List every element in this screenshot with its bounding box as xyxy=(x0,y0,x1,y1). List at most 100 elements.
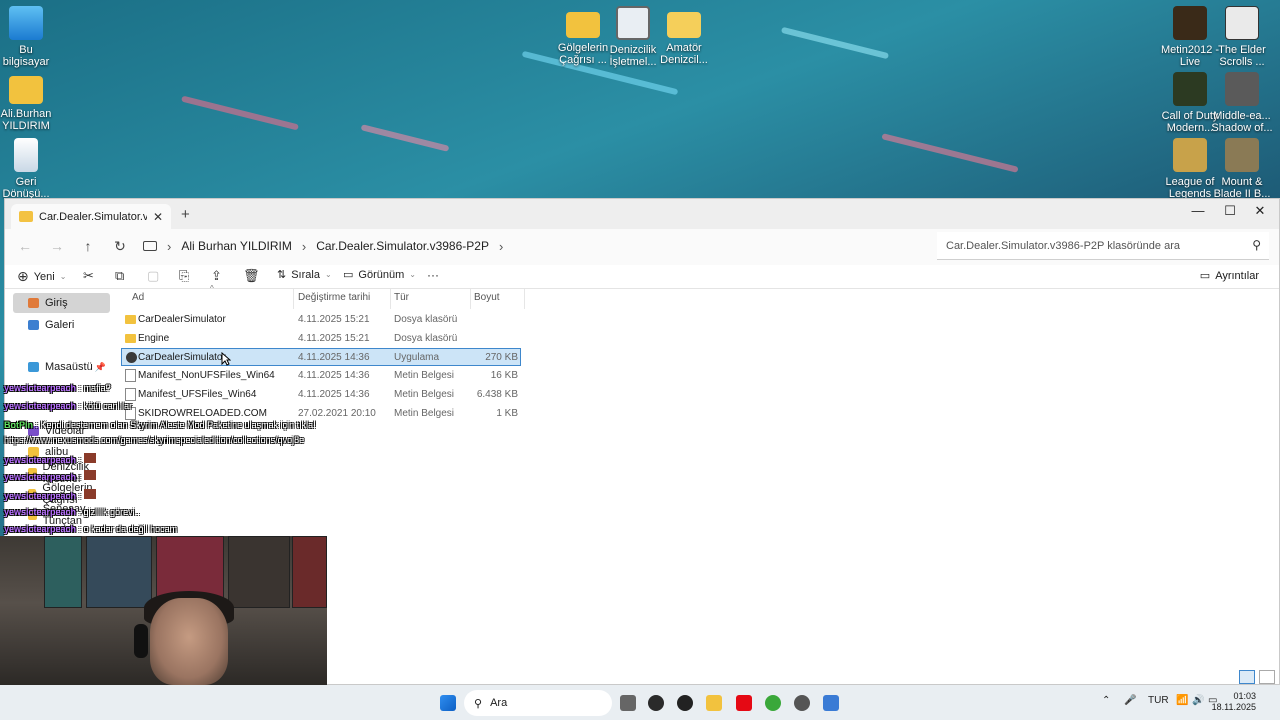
desktop-icon-label: Geri Dönüşü... xyxy=(2,176,50,200)
command-bar: ⊕ Yeni ⌄ ✂ ⧉ ▢ ⎘ ⇪ 🗑 ⇅ Sırala ⌄ ▭ Görünü… xyxy=(5,265,1279,287)
column-divider[interactable] xyxy=(293,289,294,309)
desktop-icon-middle-earth[interactable]: Middle-ea... Shadow of... xyxy=(1206,72,1278,134)
column-header-date[interactable]: Değiştirme tarihi xyxy=(298,292,370,303)
search-input[interactable]: Car.Dealer.Simulator.v3986-P2P klasöründ… xyxy=(937,232,1269,260)
details-pane-button[interactable]: ▭ Ayrıntılar xyxy=(1200,269,1259,283)
clock[interactable]: 01:03 18.11.2025 xyxy=(1212,691,1256,713)
breadcrumb[interactable]: › Ali Burhan YILDIRIM › Car.Dealer.Simul… xyxy=(143,232,923,260)
file-type: Dosya klasörü xyxy=(394,314,458,325)
netflix-icon[interactable] xyxy=(736,695,752,711)
microphone-icon[interactable]: 🎤 xyxy=(1124,695,1136,706)
tab-current-folder[interactable]: Car.Dealer.Simulator.v3986-P2P ✕ xyxy=(11,204,171,229)
start-menu-icon[interactable] xyxy=(440,695,456,711)
sidebar-item-desktop[interactable]: Masaüstü 📌 xyxy=(13,357,110,377)
wall-poster xyxy=(228,536,290,608)
desktop-icon-recycle-bin[interactable]: Geri Dönüşü... xyxy=(0,138,62,200)
desktop-icon-elder-scrolls[interactable]: The Elder Scrolls ... xyxy=(1206,6,1278,68)
chevron-up-icon[interactable]: ⌃ xyxy=(1102,695,1110,706)
game-icon xyxy=(1173,138,1207,172)
details-view-toggle[interactable] xyxy=(1239,670,1255,684)
file-row-selected[interactable]: CarDealerSimulator 4.11.2025 14:36 Uygul… xyxy=(121,348,521,366)
search-icon: ⚲ xyxy=(1252,238,1261,252)
column-header-name[interactable]: Ad xyxy=(132,292,144,303)
volume-icon[interactable]: 🔊 xyxy=(1192,695,1204,706)
more-options-button[interactable]: ··· xyxy=(427,268,439,282)
wifi-icon[interactable]: 📶 xyxy=(1176,695,1188,706)
minimize-button[interactable]: — xyxy=(1183,203,1213,218)
title-bar: Car.Dealer.Simulator.v3986-P2P ✕ + — ☐ ✕ xyxy=(5,199,1279,229)
app-icon[interactable] xyxy=(765,695,781,711)
column-divider[interactable] xyxy=(470,289,471,309)
share-icon[interactable]: ⇪ xyxy=(211,268,222,284)
steam-icon[interactable] xyxy=(794,695,810,711)
game-icon xyxy=(1225,72,1259,106)
sidebar-item-videos[interactable]: Videolar xyxy=(13,421,110,441)
sidebar-item-alibu[interactable]: alibu xyxy=(13,442,110,462)
file-size: 16 KB xyxy=(490,370,518,381)
copy-icon[interactable]: ⧉ xyxy=(115,268,124,284)
file-row[interactable]: CarDealerSimulator 4.11.2025 15:21 Dosya… xyxy=(121,311,521,329)
new-tab-button[interactable]: + xyxy=(181,206,190,223)
column-divider[interactable] xyxy=(390,289,391,309)
file-row[interactable]: SKIDROWRELOADED.COM 27.02.2021 20:10 Met… xyxy=(121,405,521,423)
wall-poster xyxy=(292,536,327,608)
desktop-icon-user-folder[interactable]: Ali.Burhan YILDIRIM xyxy=(0,72,62,132)
file-name: SKIDROWRELOADED.COM xyxy=(138,408,267,419)
sidebar-item-denizcilik[interactable]: Denizcilik İşletmel xyxy=(13,461,110,485)
game-icon xyxy=(1225,138,1259,172)
paste-icon[interactable]: ▢ xyxy=(147,268,159,284)
delete-icon[interactable]: 🗑 xyxy=(243,268,260,284)
sidebar-item-label: Şenesay Tunçtan xyxy=(42,503,86,527)
view-button[interactable]: ▭ Görünüm ⌄ xyxy=(343,268,416,282)
game-icon xyxy=(1173,6,1207,40)
file-date: 4.11.2025 15:21 xyxy=(298,333,370,344)
taskbar-search-input[interactable]: ⚲ Ara xyxy=(464,690,612,716)
folder-icon xyxy=(9,76,43,104)
taskbar: ⚲ Ara ⌃ 🎤 TUR 📶 🔊 ▭ 01:03 18.11.2025 xyxy=(0,685,1280,720)
refresh-button[interactable]: ↻ xyxy=(110,238,130,255)
forward-button[interactable]: → xyxy=(47,238,67,254)
language-indicator[interactable]: TUR xyxy=(1148,695,1169,706)
store-icon[interactable] xyxy=(823,695,839,711)
sidebar-item-gallery[interactable]: Galeri xyxy=(13,315,110,335)
file-type: Uygulama xyxy=(394,352,440,363)
sidebar-item-senesay[interactable]: Şenesay Tunçtan xyxy=(13,503,110,527)
up-button[interactable]: ↑ xyxy=(78,238,98,254)
sidebar-item-home[interactable]: Giriş xyxy=(13,293,110,313)
file-explorer-icon[interactable] xyxy=(706,695,722,711)
file-row[interactable]: Manifest_UFSFiles_Win64 4.11.2025 14:36 … xyxy=(121,386,521,404)
task-view-icon[interactable] xyxy=(620,695,636,711)
desktop-icon-this-pc[interactable]: Bu bilgisayar xyxy=(0,6,62,68)
sidebar-item-label: Videolar xyxy=(45,425,86,437)
sort-button[interactable]: ⇅ Sırala ⌄ xyxy=(277,268,332,282)
desktop-icon-label: Middle-ea... Shadow of... xyxy=(1211,110,1273,134)
maximize-button[interactable]: ☐ xyxy=(1215,203,1245,219)
monitor-icon xyxy=(143,241,157,251)
gallery-icon xyxy=(28,320,39,330)
cut-icon[interactable]: ✂ xyxy=(83,268,94,284)
chatgpt-icon[interactable] xyxy=(677,695,693,711)
file-type: Dosya klasörü xyxy=(394,333,458,344)
close-tab-icon[interactable]: ✕ xyxy=(153,210,163,224)
file-row[interactable]: Manifest_NonUFSFiles_Win64 4.11.2025 14:… xyxy=(121,367,521,385)
tiles-view-toggle[interactable] xyxy=(1259,670,1275,684)
sidebar-item-golgelerin[interactable]: Gölgelerin Çağrısı xyxy=(13,482,110,506)
desktop-icon-amator[interactable]: Amatör Denizcil... xyxy=(648,6,720,66)
folder-icon xyxy=(28,447,39,457)
column-header-type[interactable]: Tür xyxy=(394,292,409,303)
view-icon: ▭ xyxy=(343,269,354,281)
sidebar-item-label: alibu xyxy=(45,446,69,458)
desktop-icon-label: The Elder Scrolls ... xyxy=(1218,44,1266,68)
desktop-icon-mount-blade[interactable]: Mount & Blade II B... xyxy=(1206,138,1278,200)
new-button[interactable]: ⊕ Yeni ⌄ xyxy=(17,268,66,285)
rename-icon[interactable]: ⎘ xyxy=(179,268,189,284)
back-button[interactable]: ← xyxy=(15,238,35,254)
close-window-button[interactable]: ✕ xyxy=(1245,203,1275,219)
column-divider[interactable] xyxy=(524,289,525,309)
column-header-size[interactable]: Boyut xyxy=(474,292,500,303)
search-placeholder: Car.Dealer.Simulator.v3986-P2P klasöründ… xyxy=(946,239,1180,252)
file-row[interactable]: Engine 4.11.2025 15:21 Dosya klasörü xyxy=(121,330,521,348)
breadcrumb-item-user[interactable]: Ali Burhan YILDIRIM xyxy=(181,239,292,253)
obs-icon[interactable] xyxy=(648,695,664,711)
breadcrumb-item-folder[interactable]: Car.Dealer.Simulator.v3986-P2P xyxy=(316,239,489,253)
